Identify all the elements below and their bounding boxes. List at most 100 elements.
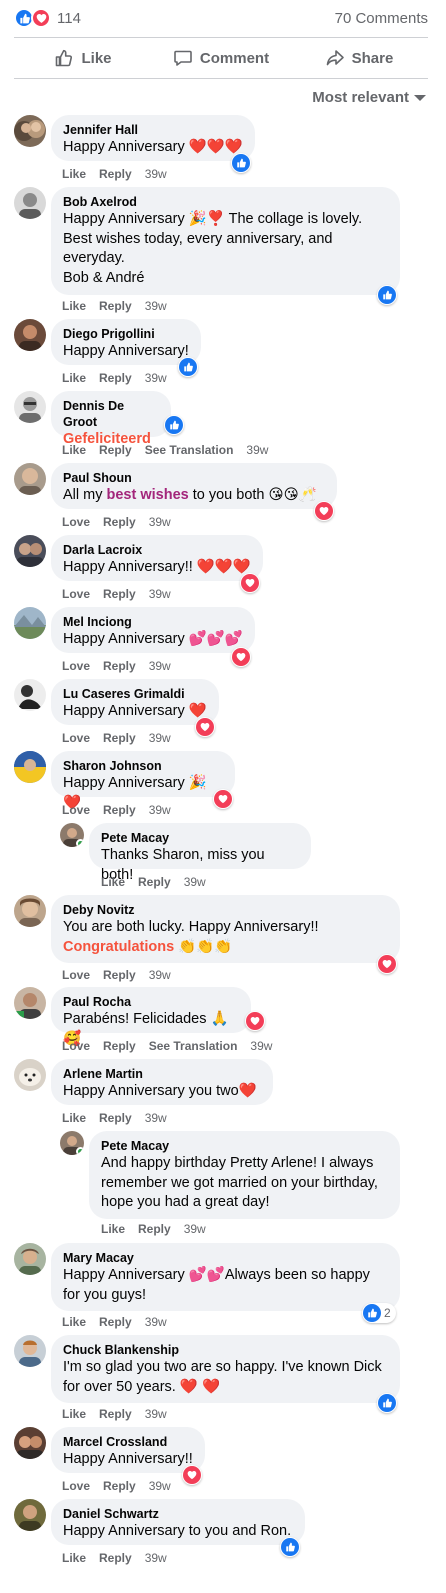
love-comment-link[interactable]: Love <box>62 803 90 817</box>
reply-link[interactable]: Reply <box>99 443 132 457</box>
comment-author[interactable]: Mary Macay <box>63 1250 388 1266</box>
love-comment-link[interactable]: Love <box>62 1479 90 1493</box>
comment-author[interactable]: Deby Novitz <box>63 902 388 918</box>
comment-author[interactable]: Darla Lacroix <box>63 542 251 558</box>
avatar[interactable] <box>14 319 46 351</box>
comment-button[interactable]: Comment <box>152 38 290 78</box>
reply-link[interactable]: Reply <box>103 515 136 529</box>
timestamp[interactable]: 39w <box>145 299 167 313</box>
comment-author[interactable]: Bob Axelrod <box>63 194 388 210</box>
reply-link[interactable]: Reply <box>103 1039 136 1053</box>
like-comment-link[interactable]: Like <box>62 371 86 385</box>
avatar[interactable] <box>14 535 46 567</box>
timestamp[interactable]: 39w <box>145 1111 167 1125</box>
avatar[interactable] <box>14 1059 46 1091</box>
reaction-count[interactable]: 114 <box>57 10 81 27</box>
timestamp[interactable]: 39w <box>184 875 206 889</box>
reply-link[interactable]: Reply <box>103 659 136 673</box>
timestamp[interactable]: 39w <box>149 803 171 817</box>
avatar[interactable] <box>14 1427 46 1459</box>
see-translation-link[interactable]: See Translation <box>145 443 234 457</box>
timestamp[interactable]: 39w <box>184 1222 206 1236</box>
timestamp[interactable]: 39w <box>149 587 171 601</box>
timestamp[interactable]: 39w <box>246 443 268 457</box>
timestamp[interactable]: 39w <box>145 167 167 181</box>
like-button[interactable]: Like <box>14 38 152 78</box>
comment-author[interactable]: Pete Macay <box>101 830 299 846</box>
avatar[interactable] <box>14 187 46 219</box>
reaction-badge[interactable] <box>245 1011 265 1031</box>
reply-link[interactable]: Reply <box>103 1479 136 1493</box>
avatar[interactable] <box>14 1243 46 1275</box>
reply-link[interactable]: Reply <box>99 371 132 385</box>
reply-link[interactable]: Reply <box>99 1551 132 1565</box>
like-comment-link[interactable]: Like <box>62 1315 86 1329</box>
love-comment-link[interactable]: Love <box>62 1039 90 1053</box>
comment-author[interactable]: Paul Rocha <box>63 994 239 1010</box>
reaction-badge[interactable] <box>377 954 397 974</box>
avatar[interactable] <box>60 823 84 847</box>
comment-author[interactable]: Dennis De Groot <box>63 398 159 430</box>
comment-author[interactable]: Chuck Blankenship <box>63 1342 388 1358</box>
avatar[interactable] <box>14 895 46 927</box>
comment-author[interactable]: Diego Prigollini <box>63 326 189 342</box>
reaction-badge[interactable] <box>377 1393 397 1413</box>
reaction-badge[interactable] <box>195 717 215 737</box>
comment-author[interactable]: Arlene Martin <box>63 1066 261 1082</box>
comment-author[interactable]: Paul Shoun <box>63 470 325 486</box>
like-comment-link[interactable]: Like <box>62 1407 86 1421</box>
avatar[interactable] <box>14 751 46 783</box>
reaction-badge[interactable] <box>231 153 251 173</box>
avatar[interactable] <box>14 987 46 1019</box>
avatar[interactable] <box>14 115 46 147</box>
love-comment-link[interactable]: Love <box>62 659 90 673</box>
comment-author[interactable]: Lu Caseres Grimaldi <box>63 686 207 702</box>
like-comment-link[interactable]: Like <box>101 875 125 889</box>
comment-author[interactable]: Marcel Crossland <box>63 1434 193 1450</box>
timestamp[interactable]: 39w <box>145 1551 167 1565</box>
timestamp[interactable]: 39w <box>145 1407 167 1421</box>
avatar[interactable] <box>14 391 46 423</box>
reaction-badge[interactable] <box>240 573 260 593</box>
like-comment-link[interactable]: Like <box>62 1111 86 1125</box>
like-comment-link[interactable]: Like <box>101 1222 125 1236</box>
avatar[interactable] <box>14 1335 46 1367</box>
share-button[interactable]: Share <box>290 38 428 78</box>
avatar[interactable] <box>60 1131 84 1155</box>
reaction-badge[interactable] <box>231 647 251 667</box>
comment-author[interactable]: Pete Macay <box>101 1138 388 1154</box>
reply-link[interactable]: Reply <box>99 167 132 181</box>
reply-link[interactable]: Reply <box>99 299 132 313</box>
timestamp[interactable]: 39w <box>149 968 171 982</box>
sort-comments-dropdown[interactable]: Most relevant <box>312 87 426 107</box>
reply-link[interactable]: Reply <box>103 968 136 982</box>
reaction-badge[interactable] <box>164 415 184 435</box>
timestamp[interactable]: 39w <box>149 1479 171 1493</box>
avatar[interactable] <box>14 607 46 639</box>
reaction-badge[interactable] <box>182 1465 202 1485</box>
comments-count[interactable]: 70 Comments <box>335 10 428 27</box>
timestamp[interactable]: 39w <box>145 371 167 385</box>
reply-link[interactable]: Reply <box>138 875 171 889</box>
like-comment-link[interactable]: Like <box>62 299 86 313</box>
timestamp[interactable]: 39w <box>149 659 171 673</box>
reply-link[interactable]: Reply <box>99 1407 132 1421</box>
avatar[interactable] <box>14 679 46 711</box>
timestamp[interactable]: 39w <box>250 1039 272 1053</box>
reply-link[interactable]: Reply <box>103 731 136 745</box>
reaction-badge[interactable] <box>213 789 233 809</box>
comment-author[interactable]: Jennifer Hall <box>63 122 243 138</box>
reaction-badge[interactable] <box>377 285 397 305</box>
reaction-summary[interactable]: 114 70 Comments <box>14 6 428 30</box>
love-comment-link[interactable]: Love <box>62 515 90 529</box>
love-comment-link[interactable]: Love <box>62 587 90 601</box>
comment-author[interactable]: Mel Inciong <box>63 614 243 630</box>
reply-link[interactable]: Reply <box>138 1222 171 1236</box>
reaction-badge[interactable]: 2 <box>362 1303 396 1323</box>
love-comment-link[interactable]: Love <box>62 731 90 745</box>
reply-link[interactable]: Reply <box>103 587 136 601</box>
like-comment-link[interactable]: Like <box>62 443 86 457</box>
like-comment-link[interactable]: Like <box>62 1551 86 1565</box>
love-comment-link[interactable]: Love <box>62 968 90 982</box>
avatar[interactable] <box>14 1499 46 1531</box>
